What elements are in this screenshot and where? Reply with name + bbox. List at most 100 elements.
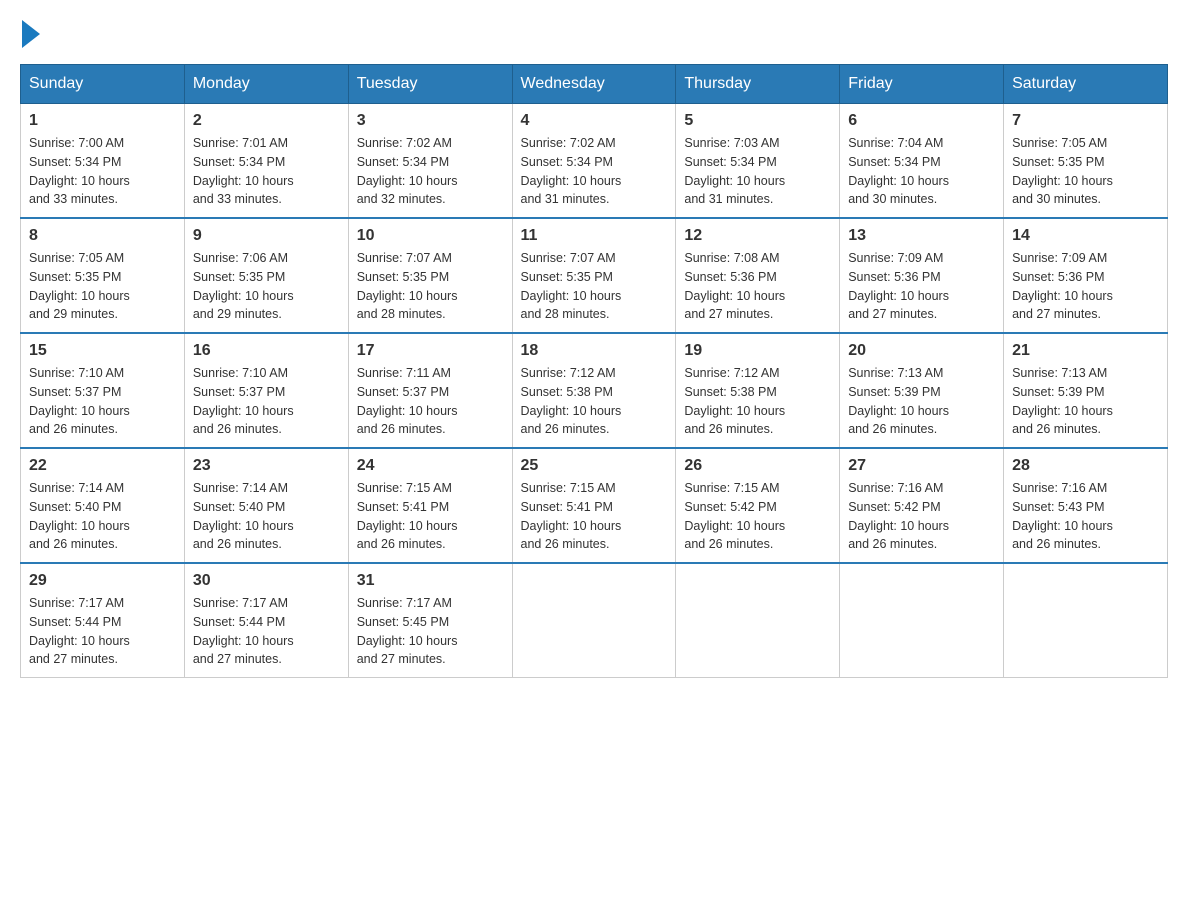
calendar-day-cell: 4 Sunrise: 7:02 AMSunset: 5:34 PMDaylight… [512, 104, 676, 219]
day-number: 7 [1012, 112, 1159, 130]
day-info: Sunrise: 7:17 AMSunset: 5:44 PMDaylight:… [193, 594, 340, 669]
calendar-day-cell: 5 Sunrise: 7:03 AMSunset: 5:34 PMDaylight… [676, 104, 840, 219]
day-number: 17 [357, 342, 504, 360]
day-info: Sunrise: 7:06 AMSunset: 5:35 PMDaylight:… [193, 249, 340, 324]
day-info: Sunrise: 7:10 AMSunset: 5:37 PMDaylight:… [29, 364, 176, 439]
calendar-day-cell: 17 Sunrise: 7:11 AMSunset: 5:37 PMDayligh… [348, 333, 512, 448]
day-number: 23 [193, 457, 340, 475]
day-info: Sunrise: 7:09 AMSunset: 5:36 PMDaylight:… [1012, 249, 1159, 324]
logo [20, 20, 40, 44]
day-info: Sunrise: 7:15 AMSunset: 5:42 PMDaylight:… [684, 479, 831, 554]
day-number: 14 [1012, 227, 1159, 245]
calendar-day-cell: 26 Sunrise: 7:15 AMSunset: 5:42 PMDayligh… [676, 448, 840, 563]
day-info: Sunrise: 7:02 AMSunset: 5:34 PMDaylight:… [521, 134, 668, 209]
day-number: 3 [357, 112, 504, 130]
day-number: 8 [29, 227, 176, 245]
day-info: Sunrise: 7:11 AMSunset: 5:37 PMDaylight:… [357, 364, 504, 439]
day-info: Sunrise: 7:07 AMSunset: 5:35 PMDaylight:… [357, 249, 504, 324]
calendar-day-cell: 15 Sunrise: 7:10 AMSunset: 5:37 PMDayligh… [21, 333, 185, 448]
calendar-day-cell: 25Sunrise: 7:15 AMSunset: 5:41 PMDayligh… [512, 448, 676, 563]
day-number: 19 [684, 342, 831, 360]
day-info: Sunrise: 7:17 AMSunset: 5:44 PMDaylight:… [29, 594, 176, 669]
column-header-saturday: Saturday [1004, 65, 1168, 104]
day-number: 16 [193, 342, 340, 360]
day-number: 5 [684, 112, 831, 130]
calendar-week-row: 8 Sunrise: 7:05 AMSunset: 5:35 PMDaylight… [21, 218, 1168, 333]
day-info: Sunrise: 7:04 AMSunset: 5:34 PMDaylight:… [848, 134, 995, 209]
day-info: Sunrise: 7:16 AMSunset: 5:43 PMDaylight:… [1012, 479, 1159, 554]
calendar-day-cell: 7 Sunrise: 7:05 AMSunset: 5:35 PMDaylight… [1004, 104, 1168, 219]
calendar-header-row: SundayMondayTuesdayWednesdayThursdayFrid… [21, 65, 1168, 104]
calendar-day-cell: 13 Sunrise: 7:09 AMSunset: 5:36 PMDayligh… [840, 218, 1004, 333]
calendar-day-cell: 12Sunrise: 7:08 AMSunset: 5:36 PMDayligh… [676, 218, 840, 333]
calendar-week-row: 29 Sunrise: 7:17 AMSunset: 5:44 PMDayligh… [21, 563, 1168, 678]
day-number: 28 [1012, 457, 1159, 475]
day-number: 9 [193, 227, 340, 245]
day-info: Sunrise: 7:12 AMSunset: 5:38 PMDaylight:… [521, 364, 668, 439]
calendar-day-cell: 20 Sunrise: 7:13 AMSunset: 5:39 PMDayligh… [840, 333, 1004, 448]
day-number: 26 [684, 457, 831, 475]
day-number: 18 [521, 342, 668, 360]
calendar-day-cell: 14 Sunrise: 7:09 AMSunset: 5:36 PMDayligh… [1004, 218, 1168, 333]
calendar-day-cell: 3 Sunrise: 7:02 AMSunset: 5:34 PMDaylight… [348, 104, 512, 219]
day-number: 2 [193, 112, 340, 130]
calendar-day-cell: 28 Sunrise: 7:16 AMSunset: 5:43 PMDayligh… [1004, 448, 1168, 563]
day-info: Sunrise: 7:14 AMSunset: 5:40 PMDaylight:… [29, 479, 176, 554]
day-info: Sunrise: 7:12 AMSunset: 5:38 PMDaylight:… [684, 364, 831, 439]
calendar-day-cell [512, 563, 676, 678]
calendar-day-cell: 9 Sunrise: 7:06 AMSunset: 5:35 PMDaylight… [184, 218, 348, 333]
logo-triangle-icon [22, 20, 40, 48]
column-header-sunday: Sunday [21, 65, 185, 104]
day-info: Sunrise: 7:09 AMSunset: 5:36 PMDaylight:… [848, 249, 995, 324]
day-number: 31 [357, 572, 504, 590]
day-info: Sunrise: 7:13 AMSunset: 5:39 PMDaylight:… [848, 364, 995, 439]
day-number: 15 [29, 342, 176, 360]
calendar-table: SundayMondayTuesdayWednesdayThursdayFrid… [20, 64, 1168, 678]
page-header [20, 20, 1168, 44]
calendar-day-cell: 2 Sunrise: 7:01 AMSunset: 5:34 PMDaylight… [184, 104, 348, 219]
column-header-friday: Friday [840, 65, 1004, 104]
calendar-day-cell [840, 563, 1004, 678]
day-number: 6 [848, 112, 995, 130]
day-info: Sunrise: 7:07 AMSunset: 5:35 PMDaylight:… [521, 249, 668, 324]
day-info: Sunrise: 7:05 AMSunset: 5:35 PMDaylight:… [1012, 134, 1159, 209]
calendar-week-row: 15 Sunrise: 7:10 AMSunset: 5:37 PMDayligh… [21, 333, 1168, 448]
calendar-day-cell: 21Sunrise: 7:13 AMSunset: 5:39 PMDayligh… [1004, 333, 1168, 448]
day-number: 22 [29, 457, 176, 475]
calendar-week-row: 1Sunrise: 7:00 AMSunset: 5:34 PMDaylight… [21, 104, 1168, 219]
calendar-day-cell: 23 Sunrise: 7:14 AMSunset: 5:40 PMDayligh… [184, 448, 348, 563]
day-number: 24 [357, 457, 504, 475]
day-info: Sunrise: 7:13 AMSunset: 5:39 PMDaylight:… [1012, 364, 1159, 439]
day-info: Sunrise: 7:17 AMSunset: 5:45 PMDaylight:… [357, 594, 504, 669]
calendar-day-cell: 18 Sunrise: 7:12 AMSunset: 5:38 PMDayligh… [512, 333, 676, 448]
day-info: Sunrise: 7:05 AMSunset: 5:35 PMDaylight:… [29, 249, 176, 324]
day-info: Sunrise: 7:14 AMSunset: 5:40 PMDaylight:… [193, 479, 340, 554]
calendar-day-cell: 24Sunrise: 7:15 AMSunset: 5:41 PMDayligh… [348, 448, 512, 563]
day-info: Sunrise: 7:08 AMSunset: 5:36 PMDaylight:… [684, 249, 831, 324]
day-info: Sunrise: 7:03 AMSunset: 5:34 PMDaylight:… [684, 134, 831, 209]
day-number: 10 [357, 227, 504, 245]
day-number: 13 [848, 227, 995, 245]
calendar-day-cell [1004, 563, 1168, 678]
column-header-wednesday: Wednesday [512, 65, 676, 104]
day-number: 30 [193, 572, 340, 590]
day-number: 27 [848, 457, 995, 475]
day-number: 4 [521, 112, 668, 130]
day-info: Sunrise: 7:02 AMSunset: 5:34 PMDaylight:… [357, 134, 504, 209]
day-number: 29 [29, 572, 176, 590]
calendar-week-row: 22 Sunrise: 7:14 AMSunset: 5:40 PMDayligh… [21, 448, 1168, 563]
calendar-day-cell: 16Sunrise: 7:10 AMSunset: 5:37 PMDayligh… [184, 333, 348, 448]
calendar-day-cell: 11Sunrise: 7:07 AMSunset: 5:35 PMDayligh… [512, 218, 676, 333]
day-number: 1 [29, 112, 176, 130]
column-header-tuesday: Tuesday [348, 65, 512, 104]
calendar-day-cell [676, 563, 840, 678]
day-info: Sunrise: 7:16 AMSunset: 5:42 PMDaylight:… [848, 479, 995, 554]
column-header-thursday: Thursday [676, 65, 840, 104]
day-info: Sunrise: 7:01 AMSunset: 5:34 PMDaylight:… [193, 134, 340, 209]
calendar-day-cell: 8 Sunrise: 7:05 AMSunset: 5:35 PMDaylight… [21, 218, 185, 333]
calendar-day-cell: 27 Sunrise: 7:16 AMSunset: 5:42 PMDayligh… [840, 448, 1004, 563]
day-info: Sunrise: 7:15 AMSunset: 5:41 PMDaylight:… [521, 479, 668, 554]
calendar-day-cell: 31 Sunrise: 7:17 AMSunset: 5:45 PMDayligh… [348, 563, 512, 678]
day-number: 20 [848, 342, 995, 360]
calendar-day-cell: 1Sunrise: 7:00 AMSunset: 5:34 PMDaylight… [21, 104, 185, 219]
